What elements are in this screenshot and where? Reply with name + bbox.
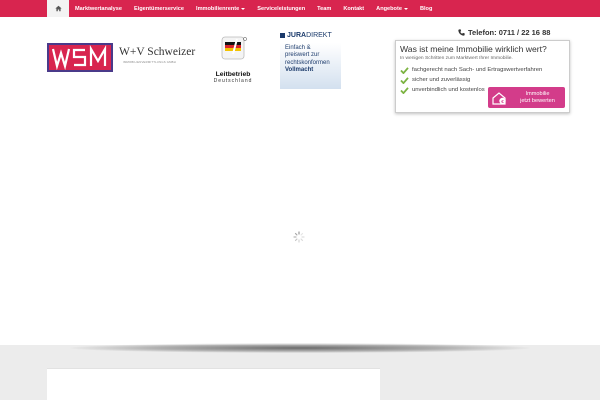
nav-item-eigentuemerservice[interactable]: Eigentümerservice	[128, 0, 190, 17]
valuation-subtitle: In wenigen Schritten zum Marktwert Ihrer…	[400, 56, 513, 61]
wv-logo-subtitle: IMMOBILIENVERMITTLUNGS GMBH	[123, 60, 176, 64]
slider-shadow	[70, 343, 530, 353]
nav-menu: Marktwertanalyse Eigentümerservice Immob…	[47, 0, 438, 17]
nav-item-label: Blog	[419, 5, 433, 12]
nav-item-blog[interactable]: Blog	[414, 0, 438, 17]
leitbetrieb-logo[interactable]: Leitbetrieb Deutschland	[200, 36, 266, 86]
caret-down-icon	[241, 7, 246, 10]
feature-text: unverbindlich und kostenlos	[412, 87, 485, 93]
juradirekt-strong: Vollmacht	[285, 67, 314, 74]
square-icon	[280, 33, 285, 38]
valuation-widget: Was ist meine Immobilie wirklich wert? I…	[395, 40, 570, 113]
nav-home[interactable]	[47, 0, 69, 17]
svg-text:€: €	[501, 98, 504, 103]
nav-item-kontakt[interactable]: Kontakt	[337, 0, 370, 17]
juradirekt-brand-a: JURA	[287, 32, 307, 39]
nav-item-label: Team	[317, 5, 332, 12]
content-card	[47, 368, 380, 400]
juradirekt-line: preiswert zur	[285, 52, 320, 59]
phone-icon	[458, 29, 465, 36]
juradirekt-brand-b: DIREKT	[306, 32, 332, 39]
wv-logo-name: W+V Schweizer	[119, 46, 196, 58]
feature-text: fachgerecht nach Sach- und Ertragswertve…	[412, 67, 543, 73]
loading-spinner-icon	[293, 230, 305, 243]
feature-text: sicher und zuverlässig	[412, 77, 471, 83]
nav-item-immobilienrente[interactable]: Immobilienrente	[190, 0, 251, 17]
nav-item-label: Serviceleistungen	[257, 5, 306, 12]
feature-item: sicher und zuverlässig	[400, 77, 565, 84]
checkmark-icon	[400, 77, 409, 84]
juradirekt-line: Einfach &	[285, 45, 311, 51]
phone-text: Telefon: 0711 / 22 16 88	[468, 28, 551, 37]
valuation-title: Was ist meine Immobilie wirklich wert?	[400, 44, 547, 54]
juradirekt-line: rechtskonformen	[285, 59, 330, 66]
leitbetrieb-title: Leitbetrieb	[215, 71, 251, 78]
house-euro-icon: €	[488, 91, 510, 105]
juradirekt-banner[interactable]: JURADIREKT Einfach & preiswert zur recht…	[280, 31, 341, 89]
wsm-logo[interactable]	[47, 43, 113, 72]
leitbetrieb-badge-icon	[221, 36, 247, 60]
nav-item-label: Immobilienrente	[196, 5, 240, 12]
juradirekt-brand: JURADIREKT	[287, 32, 332, 39]
valuation-cta-button[interactable]: € Immobilie jetzt bewerten	[488, 87, 565, 108]
nav-item-label: Kontakt	[343, 5, 365, 12]
home-icon	[54, 5, 62, 12]
nav-item-marktwertanalyse[interactable]: Marktwertanalyse	[69, 0, 128, 17]
cta-text: Immobilie jetzt bewerten	[510, 91, 565, 105]
nav-item-label: Angebote	[376, 5, 402, 12]
top-navbar: Marktwertanalyse Eigentümerservice Immob…	[0, 0, 600, 17]
checkmark-icon	[400, 87, 409, 94]
phone-number[interactable]: Telefon: 0711 / 22 16 88	[458, 28, 550, 37]
nav-item-angebote[interactable]: Angebote	[370, 0, 414, 17]
leitbetrieb-subtitle: Deutschland	[213, 78, 253, 84]
juradirekt-text-box: Einfach & preiswert zur rechtskonformen …	[280, 43, 341, 89]
wsm-monogram-icon	[51, 44, 107, 71]
feature-item: fachgerecht nach Sach- und Ertragswertve…	[400, 67, 565, 74]
nav-item-label: Eigentümerservice	[133, 5, 185, 12]
checkmark-icon	[400, 67, 409, 74]
wv-schweizer-logo[interactable]: W+V Schweizer IMMOBILIENVERMITTLUNGS GMB…	[119, 46, 199, 70]
cta-line: jetzt bewerten	[520, 97, 555, 104]
nav-item-serviceleistungen[interactable]: Serviceleistungen	[251, 0, 311, 17]
nav-item-team[interactable]: Team	[311, 0, 337, 17]
nav-item-label: Marktwertanalyse	[75, 5, 122, 12]
cta-line: Immobilie	[525, 90, 550, 97]
caret-down-icon	[403, 7, 408, 10]
juradirekt-header: JURADIREKT	[280, 31, 341, 40]
